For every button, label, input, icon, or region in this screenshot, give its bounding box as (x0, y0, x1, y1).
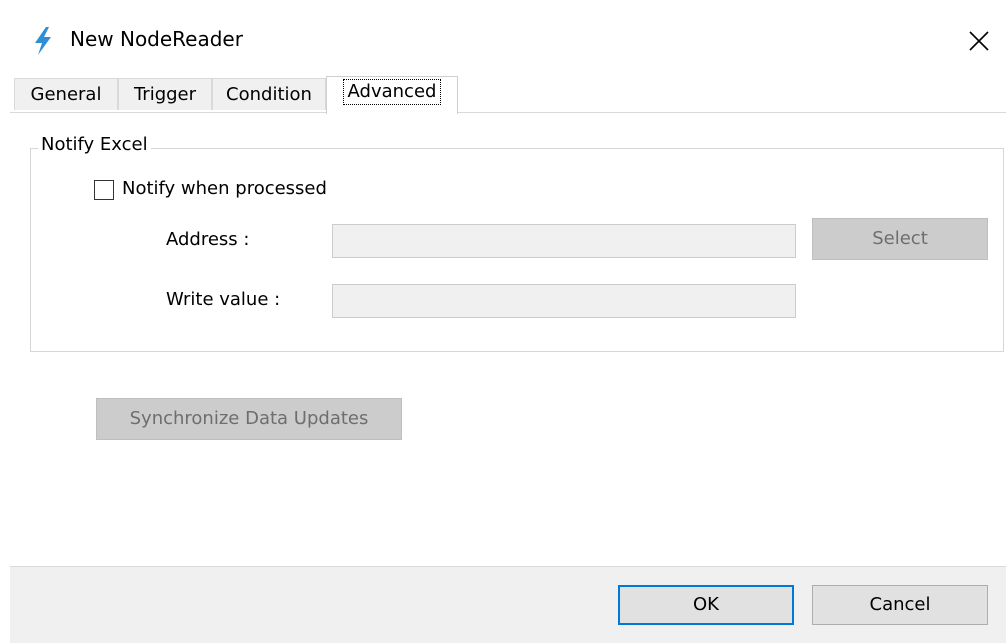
ok-button[interactable]: OK (618, 585, 794, 625)
address-label: Address : (166, 229, 250, 250)
lightning-bolt-icon (32, 26, 54, 56)
write-value-input[interactable] (332, 284, 796, 318)
address-input[interactable] (332, 224, 796, 258)
synchronize-data-updates-button[interactable]: Synchronize Data Updates (96, 398, 402, 440)
notify-when-processed-label[interactable]: Notify when processed (122, 178, 327, 199)
close-icon (969, 31, 989, 51)
tab-general[interactable]: General (14, 78, 118, 110)
tab-advanced[interactable]: Advanced (326, 76, 458, 114)
close-button[interactable] (956, 18, 1002, 64)
write-value-label: Write value : (166, 289, 281, 310)
dialog-window: New NodeReader General Trigger Condition… (10, 0, 1006, 643)
select-button[interactable]: Select (812, 218, 988, 260)
notify-when-processed-checkbox[interactable] (94, 180, 114, 200)
dialog-footer: OK Cancel (10, 566, 1006, 643)
title-bar[interactable]: New NodeReader (10, 0, 1006, 80)
window-title: New NodeReader (70, 27, 243, 51)
tab-condition[interactable]: Condition (212, 78, 326, 110)
tab-strip: General Trigger Condition Advanced (10, 76, 1006, 114)
tab-trigger[interactable]: Trigger (118, 78, 212, 110)
notify-excel-legend: Notify Excel (38, 134, 151, 155)
cancel-button[interactable]: Cancel (812, 585, 988, 625)
tab-advanced-label: Advanced (342, 79, 442, 105)
